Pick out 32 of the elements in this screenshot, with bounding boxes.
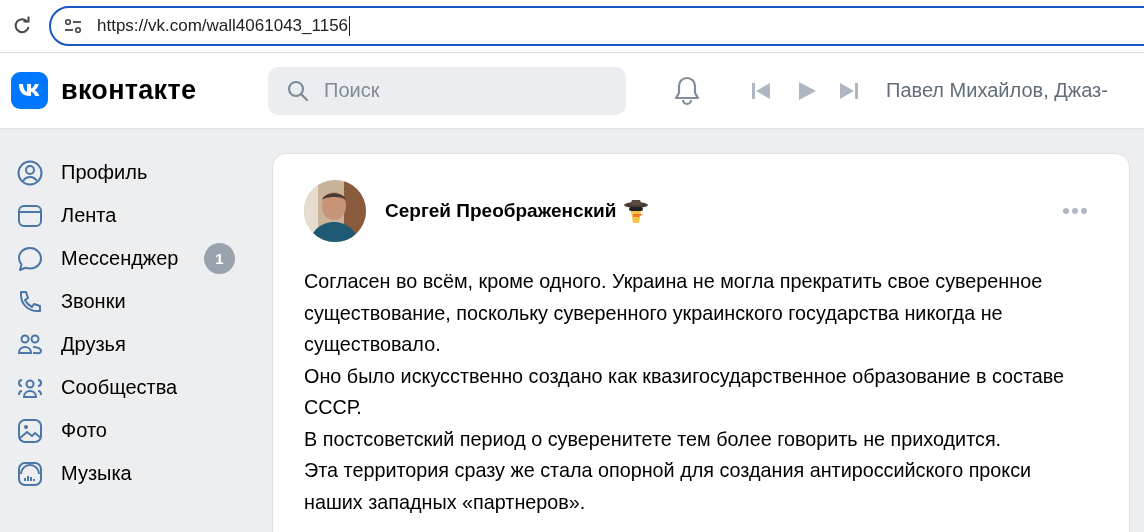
post-paragraph: Оно было искусственно создано как квазигосударственное образование в составе СССР. (304, 363, 1066, 420)
bar-chart-icon (16, 459, 44, 488)
sidebar-label: Фото (61, 419, 108, 442)
reload-icon[interactable] (12, 16, 32, 36)
person-icon (16, 158, 44, 187)
sidebar-label: Звонки (61, 290, 127, 313)
search-input[interactable]: Поиск (322, 78, 606, 103)
address-bar[interactable]: https://vk.com/wall4061043_1156 (49, 6, 1144, 46)
author-name[interactable]: Сергей Преображенский (385, 200, 617, 222)
logo-text[interactable]: вконтакте (61, 75, 268, 106)
search-icon (286, 78, 310, 103)
unread-badge: 1 (204, 243, 235, 274)
sidebar-label: Лента (61, 204, 118, 227)
play-icon[interactable] (796, 79, 818, 102)
sidebar-label: Музыка (61, 462, 133, 485)
image-icon (16, 416, 44, 445)
speech-bubble-icon (16, 244, 44, 273)
search-field[interactable]: Поиск (268, 66, 626, 115)
sidebar-label: Сообщества (61, 376, 179, 399)
sidebar-label: Профиль (61, 161, 149, 184)
more-options-icon[interactable] (1062, 207, 1088, 215)
notifications-icon[interactable] (672, 74, 702, 107)
site-settings-icon[interactable] (63, 16, 83, 36)
sidebar-label: Мессенджер (61, 247, 180, 270)
sidebar-label: Друзья (61, 333, 127, 356)
track-title[interactable]: Павел Михайлов, Джаз- (886, 79, 1108, 102)
sticker-icon (622, 198, 651, 224)
logo-icon[interactable] (11, 72, 48, 109)
url-text: https://vk.com/wall4061043_1156 (97, 16, 351, 36)
post-paragraph: Эта территория сразу же стала опорной для создания антироссийского прокси наших западных «партнеров». (304, 458, 1033, 515)
post-paragraph: В постсоветский период о суверенитете тем более говорить не приходится. (304, 426, 1003, 452)
post-paragraph: Согласен во всём, кроме одного. Украина не могла прекратить свое суверенное существование, поскольку суверенного украинского государства никогда не существовало. (304, 269, 1044, 357)
